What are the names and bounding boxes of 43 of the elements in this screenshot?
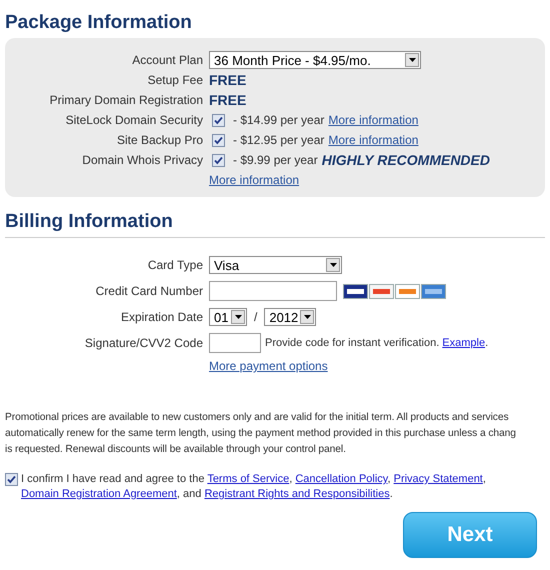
field-label: SiteLock Domain Security bbox=[64, 113, 204, 127]
section-heading: Billing Information bbox=[5, 211, 545, 238]
price-text: - $14.99 per year bbox=[233, 113, 324, 127]
field-label: Domain Whois Privacy bbox=[81, 153, 204, 167]
policy-link[interactable]: Registrant Rights and Responsibilities bbox=[204, 488, 390, 500]
field-label: Site Backup Pro bbox=[116, 133, 204, 147]
policy-link[interactable]: Terms of Service bbox=[207, 473, 290, 485]
recommendation-text: HIGHLY RECOMMENDED bbox=[322, 152, 490, 168]
more-payment-link[interactable]: More payment options bbox=[209, 359, 328, 373]
policy-link[interactable]: Cancellation Policy bbox=[295, 473, 388, 485]
field-label: Setup Fee bbox=[146, 73, 204, 87]
example-link[interactable]: Example bbox=[442, 337, 486, 349]
dropdown[interactable]: 01 bbox=[209, 308, 247, 326]
section-heading: Package Information bbox=[5, 12, 193, 34]
agreement-text: I confirm I have read and agree to the Terms of Service, Cancellation Policy, Privacy Statement, Domain Registration Agreement, and Registrant Rights and Responsibilities. bbox=[21, 472, 487, 502]
checkbox[interactable] bbox=[212, 134, 225, 146]
policy-link[interactable]: Privacy Statement bbox=[394, 473, 483, 485]
dropdown[interactable]: 2012 bbox=[264, 308, 316, 326]
dropdown[interactable]: 36 Month Price - $4.95/mo. bbox=[209, 51, 421, 69]
separator-text: / bbox=[254, 310, 258, 324]
field-label: Credit Card Number bbox=[94, 284, 204, 298]
more-info-link[interactable]: More information bbox=[328, 133, 418, 147]
price-text: - $9.99 per year bbox=[233, 153, 318, 167]
more-info-link[interactable]: More information bbox=[328, 113, 418, 127]
checkbox[interactable] bbox=[5, 473, 18, 486]
promo-text: Promotional prices are available to new customers only and are valid for the initial term. All products and services automatically renew for the same term length, using the payment method provided in this purchase unless a chang is requested. Renewal discounts will be available through your control panel. bbox=[5, 411, 517, 457]
hint-text: Provide code for instant verification. bbox=[265, 337, 440, 349]
field-label: Account Plan bbox=[131, 53, 204, 67]
input-field[interactable] bbox=[209, 281, 337, 301]
field-label: Expiration Date bbox=[120, 310, 204, 324]
field-label: Card Type bbox=[146, 258, 204, 272]
checkbox[interactable] bbox=[212, 154, 225, 166]
input-field[interactable] bbox=[209, 333, 261, 353]
price-text: FREE bbox=[209, 92, 246, 108]
checkbox[interactable] bbox=[212, 114, 225, 126]
dropdown[interactable]: Visa bbox=[209, 256, 342, 274]
field-label: Primary Domain Registration bbox=[48, 93, 204, 107]
punctuation-text: . bbox=[485, 337, 488, 349]
more-info-link[interactable]: More information bbox=[209, 173, 300, 187]
price-text: FREE bbox=[209, 72, 246, 88]
policy-link[interactable]: Domain Registration Agreement bbox=[21, 488, 177, 500]
field-label: Signature/CVV2 Code bbox=[84, 336, 204, 350]
price-text: - $12.95 per year bbox=[233, 133, 324, 147]
